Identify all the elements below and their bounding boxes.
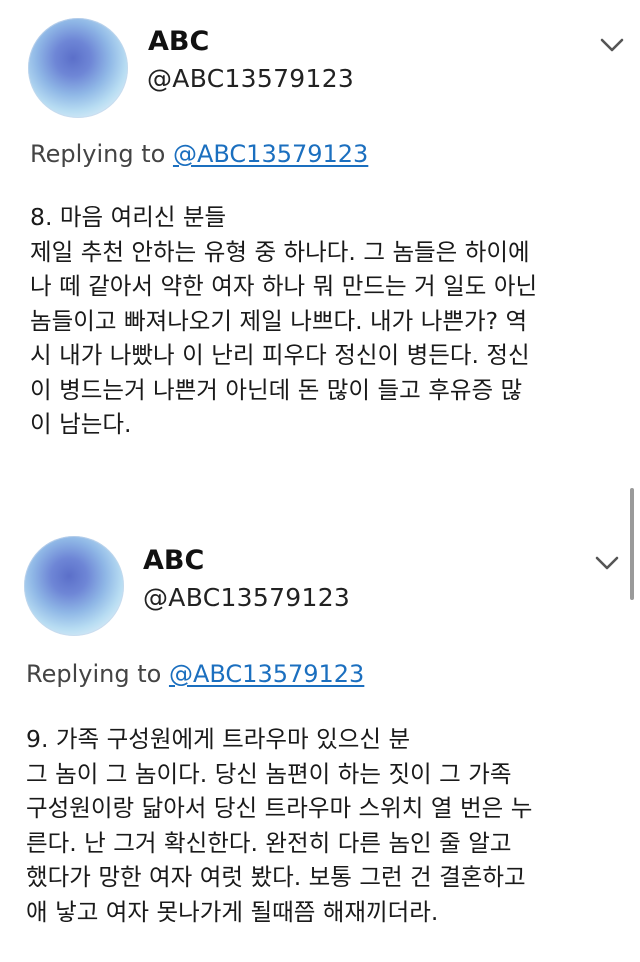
user-handle[interactable]: @ABC13579123: [143, 583, 350, 612]
tweet-text-line: 그 놈이 그 놈이다. 당신 놈편이 하는 짓이 그 가족: [26, 759, 512, 788]
avatar[interactable]: [24, 536, 124, 636]
tweet-text-line: 이 남는다.: [30, 410, 132, 438]
replying-prefix: Replying to: [26, 660, 162, 688]
tweet-text-line: 9. 가족 구성원에게 트라우마 있으신 분: [26, 725, 411, 753]
mention-link[interactable]: @ABC13579123: [173, 140, 368, 168]
tweet-text-line: 이 병드는거 나쁜거 아닌데 돈 많이 들고 후유증 많: [30, 375, 523, 404]
tweet-text-line: 놈들이고 빠져나오기 제일 나쁘다. 내가 나쁜가? 역: [30, 306, 528, 335]
tweet-text-line: 시 내가 나빴나 이 난리 피우다 정신이 병든다. 정신: [30, 341, 530, 369]
scrollbar[interactable]: [630, 488, 634, 600]
avatar[interactable]: [28, 18, 128, 118]
chevron-down-icon[interactable]: [597, 30, 627, 60]
replying-to: Replying to @ABC13579123: [26, 660, 364, 688]
tweet-text-line: 애 낳고 여자 못나가게 될때쯤 해재끼더라.: [26, 897, 439, 926]
tweet-text-line: 했다가 망한 여자 여럿 봤다. 보통 그런 건 결혼하고: [26, 863, 526, 891]
tweet-text-line: 8. 마음 여리신 분들: [30, 203, 227, 231]
mention-link[interactable]: @ABC13579123: [169, 660, 364, 688]
tweet-text-line: 나 떼 같아서 약한 여자 하나 뭐 만드는 거 일도 아닌: [30, 272, 538, 300]
user-handle[interactable]: @ABC13579123: [147, 64, 354, 93]
tweet-text: 9. 가족 구성원에게 트라우마 있으신 분 그 놈이 그 놈이다. 당신 놈편…: [26, 722, 532, 929]
display-name[interactable]: ABC: [148, 26, 209, 57]
chevron-down-icon[interactable]: [592, 548, 622, 578]
tweet-text-line: 제일 추천 안하는 유형 중 하나다. 그 놈들은 하이에: [30, 237, 530, 266]
tweet-text: 8. 마음 여리신 분들 제일 추천 안하는 유형 중 하나다. 그 놈들은 하…: [30, 200, 537, 442]
display-name[interactable]: ABC: [143, 545, 204, 576]
replying-to: Replying to @ABC13579123: [30, 140, 368, 168]
replying-prefix: Replying to: [30, 140, 166, 168]
tweet-text-line: 구성원이랑 닮아서 당신 트라우마 스위치 열 번은 누: [26, 794, 533, 822]
tweet-text-line: 른다. 난 그거 확신한다. 완전히 다른 놈인 줄 알고: [26, 828, 512, 857]
